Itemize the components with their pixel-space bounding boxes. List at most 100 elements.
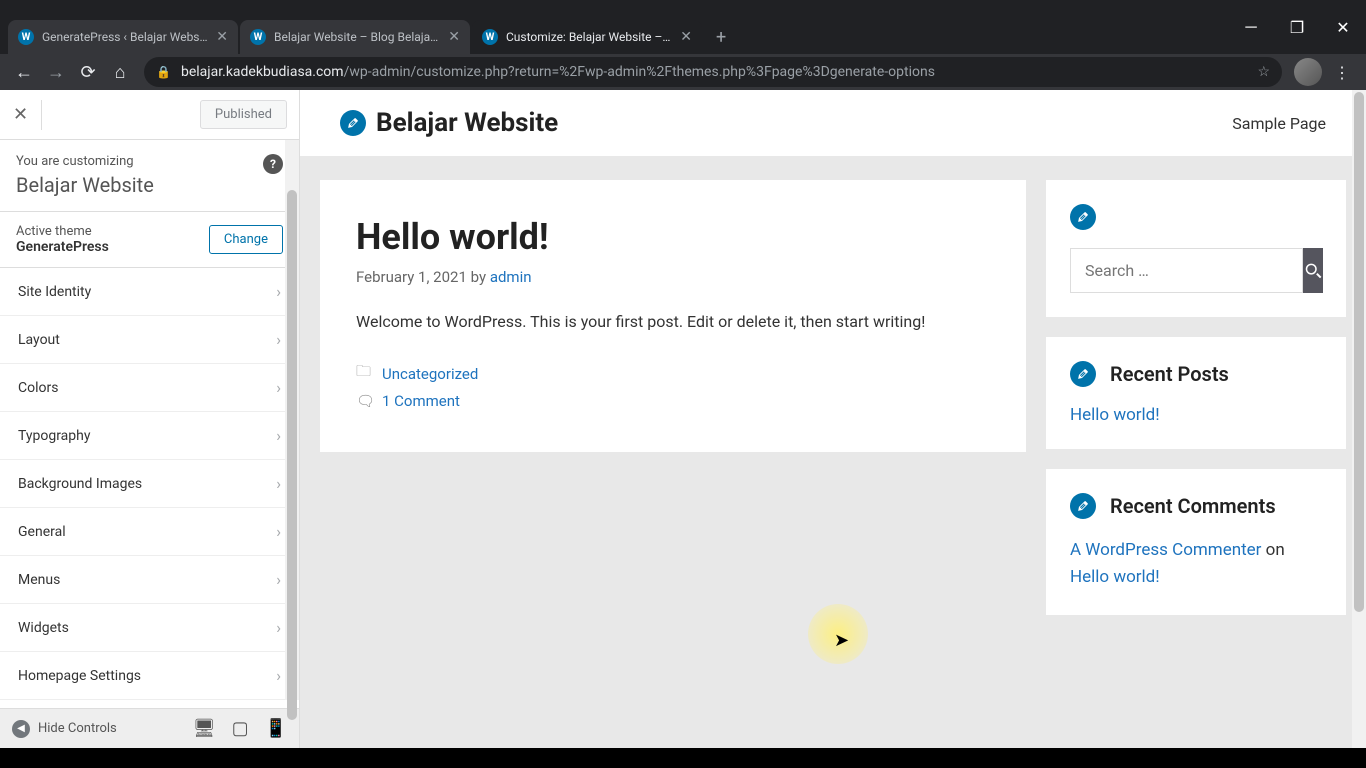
widget-header: Recent Posts bbox=[1070, 361, 1322, 387]
comments-link[interactable]: 1 Comment bbox=[382, 392, 460, 410]
chevron-right-icon: › bbox=[276, 666, 281, 685]
browser-tab-1[interactable]: W Belajar Website – Blog Belajar M... ✕ bbox=[240, 20, 470, 54]
menu-item-background-images[interactable]: Background Images› bbox=[0, 460, 299, 508]
comment-icon: 🗨 bbox=[356, 392, 372, 410]
chevron-right-icon: › bbox=[276, 330, 281, 349]
recent-comment-item: A WordPress Commenter on Hello world! bbox=[1070, 537, 1322, 591]
theme-name: GeneratePress bbox=[16, 239, 109, 255]
mobile-preview-button[interactable]: 📱 bbox=[265, 718, 287, 739]
nav-sample-page[interactable]: Sample Page bbox=[1232, 114, 1326, 133]
tab-close-icon[interactable]: ✕ bbox=[216, 29, 228, 45]
chevron-right-icon: › bbox=[276, 426, 281, 445]
post-title[interactable]: Hello world! bbox=[356, 216, 990, 258]
post-category: 🗀 Uncategorized bbox=[356, 361, 990, 386]
widget-header: Recent Comments bbox=[1070, 493, 1322, 519]
tab-title: Customize: Belajar Website – Blo... bbox=[506, 30, 672, 44]
recent-comments-widget: Recent Comments A WordPress Commenter on… bbox=[1046, 469, 1346, 615]
menu-item-widgets[interactable]: Widgets› bbox=[0, 604, 299, 652]
site-title[interactable]: Belajar Website bbox=[376, 108, 558, 138]
home-button[interactable]: ⌂ bbox=[104, 56, 136, 88]
edit-shortcut-icon[interactable] bbox=[1070, 493, 1096, 519]
tab-title: GeneratePress ‹ Belajar Website... bbox=[42, 30, 208, 44]
browser-menu-icon[interactable]: ⋮ bbox=[1326, 63, 1358, 82]
widget-title: Recent Posts bbox=[1110, 362, 1229, 386]
menu-item-typography[interactable]: Typography› bbox=[0, 412, 299, 460]
tabs-bar: W GeneratePress ‹ Belajar Website... ✕ W… bbox=[0, 0, 1366, 54]
site-header: Belajar Website Sample Page bbox=[300, 90, 1366, 156]
theme-info: Active theme GeneratePress Change bbox=[0, 212, 299, 268]
desktop-preview-button[interactable]: 🖥 bbox=[193, 718, 216, 739]
new-tab-button[interactable]: + bbox=[704, 21, 738, 54]
bookmark-star-icon[interactable]: ☆ bbox=[1257, 64, 1270, 80]
preview-pane: Belajar Website Sample Page Hello world!… bbox=[300, 90, 1366, 748]
reload-button[interactable]: ⟳ bbox=[72, 56, 104, 88]
profile-avatar[interactable] bbox=[1294, 58, 1322, 86]
sidebar-scrollbar[interactable] bbox=[285, 140, 299, 700]
menu-item-site-identity[interactable]: Site Identity› bbox=[0, 268, 299, 316]
main-column: Hello world! February 1, 2021 by admin W… bbox=[320, 180, 1026, 635]
customizer-sidebar: ✕ Published You are customizing Belajar … bbox=[0, 90, 300, 748]
maximize-button[interactable]: ❐ bbox=[1274, 12, 1320, 42]
search-input[interactable] bbox=[1070, 248, 1303, 293]
customizer-header: ✕ Published bbox=[0, 90, 299, 140]
post-card: Hello world! February 1, 2021 by admin W… bbox=[320, 180, 1026, 452]
edit-shortcut-icon[interactable] bbox=[1070, 361, 1096, 387]
url-text: belajar.kadekbudiasa.com/wp-admin/custom… bbox=[181, 64, 1249, 80]
search-icon bbox=[1303, 261, 1323, 281]
menu-item-homepage-settings[interactable]: Homepage Settings› bbox=[0, 652, 299, 700]
tab-title: Belajar Website – Blog Belajar M... bbox=[274, 30, 440, 44]
preview-scrollbar[interactable] bbox=[1352, 90, 1366, 748]
commenter-link[interactable]: A WordPress Commenter bbox=[1070, 540, 1261, 560]
menu-item-menus[interactable]: Menus› bbox=[0, 556, 299, 604]
browser-tab-2[interactable]: W Customize: Belajar Website – Blo... ✕ bbox=[472, 20, 702, 54]
window-controls: ─ ❐ ✕ bbox=[1228, 12, 1366, 42]
customizer-footer: ◀ Hide Controls 🖥 ▢ 📱 bbox=[0, 708, 299, 748]
widget-header bbox=[1070, 204, 1322, 230]
device-buttons: 🖥 ▢ 📱 bbox=[193, 718, 287, 739]
chevron-right-icon: › bbox=[276, 522, 281, 541]
close-window-button[interactable]: ✕ bbox=[1320, 12, 1366, 42]
post-comments: 🗨 1 Comment bbox=[356, 392, 990, 410]
edit-shortcut-icon[interactable] bbox=[1070, 204, 1096, 230]
post-author-link[interactable]: admin bbox=[490, 268, 532, 286]
recent-post-link[interactable]: Hello world! bbox=[1070, 405, 1160, 425]
wordpress-favicon-icon: W bbox=[18, 29, 34, 45]
tab-close-icon[interactable]: ✕ bbox=[680, 29, 692, 45]
wordpress-favicon-icon: W bbox=[482, 29, 498, 45]
hide-controls-button[interactable]: ◀ Hide Controls bbox=[12, 720, 117, 738]
chevron-right-icon: › bbox=[276, 570, 281, 589]
site-title-wrap: Belajar Website bbox=[340, 108, 558, 138]
back-button[interactable]: ← bbox=[8, 56, 40, 88]
main-area: ✕ Published You are customizing Belajar … bbox=[0, 90, 1366, 748]
site-name: Belajar Website bbox=[16, 173, 283, 197]
nav-bar: ← → ⟳ ⌂ 🔒 belajar.kadekbudiasa.com/wp-ad… bbox=[0, 54, 1366, 90]
post-meta: February 1, 2021 by admin bbox=[356, 268, 990, 286]
menu-item-layout[interactable]: Layout› bbox=[0, 316, 299, 364]
forward-button[interactable]: → bbox=[40, 56, 72, 88]
help-icon[interactable]: ? bbox=[263, 154, 283, 174]
tab-close-icon[interactable]: ✕ bbox=[448, 29, 460, 45]
widget-title: Recent Comments bbox=[1110, 494, 1276, 518]
search-button[interactable] bbox=[1303, 248, 1323, 293]
minimize-button[interactable]: ─ bbox=[1228, 12, 1274, 42]
change-theme-button[interactable]: Change bbox=[209, 225, 283, 254]
edit-shortcut-icon[interactable] bbox=[340, 110, 366, 136]
tablet-preview-button[interactable]: ▢ bbox=[232, 718, 249, 739]
lock-icon: 🔒 bbox=[156, 65, 171, 79]
folder-icon: 🗀 bbox=[356, 361, 372, 386]
browser-tab-0[interactable]: W GeneratePress ‹ Belajar Website... ✕ bbox=[8, 20, 238, 54]
publish-button[interactable]: Published bbox=[200, 100, 287, 129]
wordpress-favicon-icon: W bbox=[250, 29, 266, 45]
search-form bbox=[1070, 248, 1322, 293]
chevron-right-icon: › bbox=[276, 474, 281, 493]
customizing-label: You are customizing bbox=[16, 154, 283, 169]
comment-post-link[interactable]: Hello world! bbox=[1070, 567, 1160, 587]
recent-posts-widget: Recent Posts Hello world! bbox=[1046, 337, 1346, 449]
menu-item-colors[interactable]: Colors› bbox=[0, 364, 299, 412]
url-bar[interactable]: 🔒 belajar.kadekbudiasa.com/wp-admin/cust… bbox=[144, 57, 1282, 87]
active-theme-label: Active theme bbox=[16, 224, 109, 239]
category-link[interactable]: Uncategorized bbox=[382, 365, 478, 383]
menu-item-general[interactable]: General› bbox=[0, 508, 299, 556]
close-customizer-button[interactable]: ✕ bbox=[12, 100, 42, 130]
content-wrap: Hello world! February 1, 2021 by admin W… bbox=[300, 156, 1366, 659]
